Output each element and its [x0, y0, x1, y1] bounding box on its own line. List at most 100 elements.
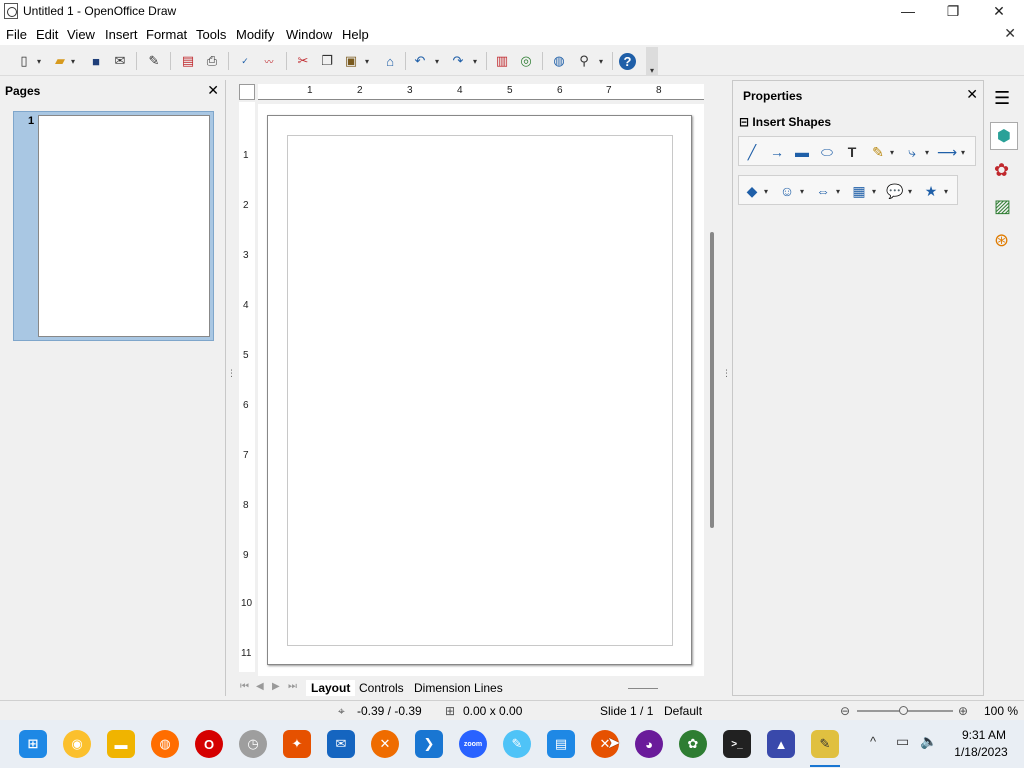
new-dropdown-icon[interactable]: ▾: [34, 51, 44, 71]
terminal-icon[interactable]: >_: [723, 730, 751, 758]
github-icon[interactable]: ◕: [635, 730, 663, 758]
gallery-tab-icon[interactable]: ▨: [994, 196, 1011, 217]
vertical-scrollbar[interactable]: [710, 232, 714, 528]
menu-window[interactable]: Window: [286, 27, 332, 42]
openoffice-draw-icon[interactable]: ✎: [811, 730, 839, 758]
tab-layout[interactable]: Layout: [306, 680, 356, 696]
autospellcheck-icon[interactable]: 〰: [259, 51, 279, 71]
paste-dropdown-icon[interactable]: ▾: [362, 51, 372, 71]
symbol-shapes-icon[interactable]: ☺: [778, 182, 796, 200]
email-icon[interactable]: ✉: [110, 51, 130, 71]
stars-dropdown-icon[interactable]: ▾: [941, 182, 951, 200]
block-arrows-dropdown-icon[interactable]: ▾: [833, 182, 843, 200]
undo-dropdown-icon[interactable]: ▾: [432, 51, 442, 71]
open-dropdown-icon[interactable]: ▾: [68, 51, 78, 71]
tab-controls[interactable]: Controls: [354, 680, 409, 696]
evernote-icon[interactable]: ✿: [679, 730, 707, 758]
cut-icon[interactable]: ✂: [293, 51, 313, 71]
opera-icon[interactable]: O: [195, 730, 223, 758]
basic-shapes-icon[interactable]: ◆: [743, 182, 761, 200]
menu-tools[interactable]: Tools: [196, 27, 226, 42]
menu-modify[interactable]: Modify: [236, 27, 274, 42]
callouts-icon[interactable]: 💬: [886, 182, 904, 200]
menu-edit[interactable]: Edit: [36, 27, 58, 42]
toolbar-overflow-icon[interactable]: ▾: [646, 47, 658, 75]
tab-dimension-lines[interactable]: Dimension Lines: [409, 680, 508, 696]
app-icon[interactable]: ▲: [767, 730, 795, 758]
zoom-dropdown-icon[interactable]: ▾: [596, 51, 606, 71]
insert-shapes-section[interactable]: ⊟ Insert Shapes: [739, 115, 831, 129]
stars-icon[interactable]: ★: [922, 182, 940, 200]
maximize-button[interactable]: ❐: [930, 0, 976, 23]
print-icon[interactable]: ⎙: [202, 51, 222, 71]
file-explorer-icon[interactable]: ▬: [107, 730, 135, 758]
export-pdf-icon[interactable]: ▤: [178, 51, 198, 71]
clock-date[interactable]: 1/18/2023: [950, 745, 1012, 759]
chart-icon[interactable]: ▥: [492, 51, 512, 71]
new-document-icon[interactable]: ▯: [14, 51, 34, 71]
last-tab-icon[interactable]: ⏭: [288, 681, 297, 692]
text-icon[interactable]: T: [843, 143, 861, 161]
first-tab-icon[interactable]: ⏮: [240, 681, 249, 692]
help-icon[interactable]: ?: [619, 53, 636, 70]
close-document-button[interactable]: ✕: [1004, 25, 1016, 42]
zoom-level[interactable]: 100 %: [984, 704, 1018, 718]
connector-icon[interactable]: ⤷: [903, 143, 921, 161]
line-icon[interactable]: ╱: [743, 143, 761, 161]
open-icon[interactable]: ▰: [50, 51, 70, 71]
page-thumbnail[interactable]: 1: [13, 111, 214, 341]
sidebar-menu-icon[interactable]: ☰: [994, 88, 1010, 109]
notepad-icon[interactable]: ▤: [547, 730, 575, 758]
app-icon[interactable]: ✦: [283, 730, 311, 758]
volume-icon[interactable]: 🔈: [920, 733, 937, 750]
properties-tab-icon[interactable]: ⬢: [990, 122, 1018, 150]
chevron-up-icon[interactable]: ^: [870, 734, 876, 749]
menu-file[interactable]: File: [6, 27, 27, 42]
save-icon[interactable]: ■: [86, 51, 106, 71]
vertical-ruler[interactable]: 1 2 3 4 5 6 7 8 9 10 11: [239, 102, 255, 672]
pages-panel-collapse-handle[interactable]: ⋮: [227, 368, 236, 379]
spreadsheet-icon[interactable]: ◎: [516, 51, 536, 71]
paste-icon[interactable]: ▣: [341, 51, 361, 71]
basic-shapes-dropdown-icon[interactable]: ▾: [761, 182, 771, 200]
styles-tab-icon[interactable]: ✿: [994, 160, 1009, 181]
xampp-icon[interactable]: ✕: [371, 730, 399, 758]
zoom-slider-handle[interactable]: [899, 706, 908, 715]
close-button[interactable]: ✕: [976, 0, 1022, 23]
zoom-icon[interactable]: ⚲: [574, 51, 594, 71]
ellipse-icon[interactable]: ⬭: [818, 143, 836, 161]
flowchart-dropdown-icon[interactable]: ▾: [869, 182, 879, 200]
symbol-shapes-dropdown-icon[interactable]: ▾: [797, 182, 807, 200]
start-icon[interactable]: ⊞: [19, 730, 47, 758]
menu-insert[interactable]: Insert: [105, 27, 138, 42]
lines-arrows-dropdown-icon[interactable]: ▾: [958, 143, 968, 161]
vscode-icon[interactable]: ❯: [415, 730, 443, 758]
firefox-icon[interactable]: ◍: [151, 730, 179, 758]
callouts-dropdown-icon[interactable]: ▾: [905, 182, 915, 200]
clock-app-icon[interactable]: ◷: [239, 730, 267, 758]
properties-close-icon[interactable]: ✕: [966, 86, 978, 103]
redo-dropdown-icon[interactable]: ▾: [470, 51, 480, 71]
network-icon[interactable]: ▭: [896, 733, 909, 750]
zoom-app-icon[interactable]: zoom: [459, 730, 487, 758]
next-tab-icon[interactable]: ▶: [272, 681, 280, 692]
clone-formatting-icon[interactable]: ⌂: [380, 51, 400, 71]
rectangle-icon[interactable]: ▬: [793, 143, 811, 161]
lines-arrows-icon[interactable]: ⟶: [937, 143, 957, 161]
curve-dropdown-icon[interactable]: ▾: [887, 143, 897, 161]
pages-panel-close-icon[interactable]: ✕: [207, 82, 219, 99]
clock-time[interactable]: 9:31 AM: [956, 728, 1012, 742]
menu-view[interactable]: View: [67, 27, 95, 42]
flowchart-icon[interactable]: ▦: [850, 182, 868, 200]
curve-icon[interactable]: ✎: [869, 143, 887, 161]
redo-icon[interactable]: ↷: [448, 51, 468, 71]
zoom-in-icon[interactable]: ⊕: [958, 704, 968, 718]
connector-dropdown-icon[interactable]: ▾: [922, 143, 932, 161]
menu-format[interactable]: Format: [146, 27, 187, 42]
menu-help[interactable]: Help: [342, 27, 369, 42]
horizontal-scrollbar[interactable]: [628, 688, 658, 689]
collapse-icon[interactable]: ⊟: [739, 115, 749, 129]
navigator-icon[interactable]: ◍: [549, 51, 569, 71]
horizontal-ruler[interactable]: 1 2 3 4 5 6 7 8: [258, 84, 704, 100]
paint-icon[interactable]: ✎: [503, 730, 531, 758]
